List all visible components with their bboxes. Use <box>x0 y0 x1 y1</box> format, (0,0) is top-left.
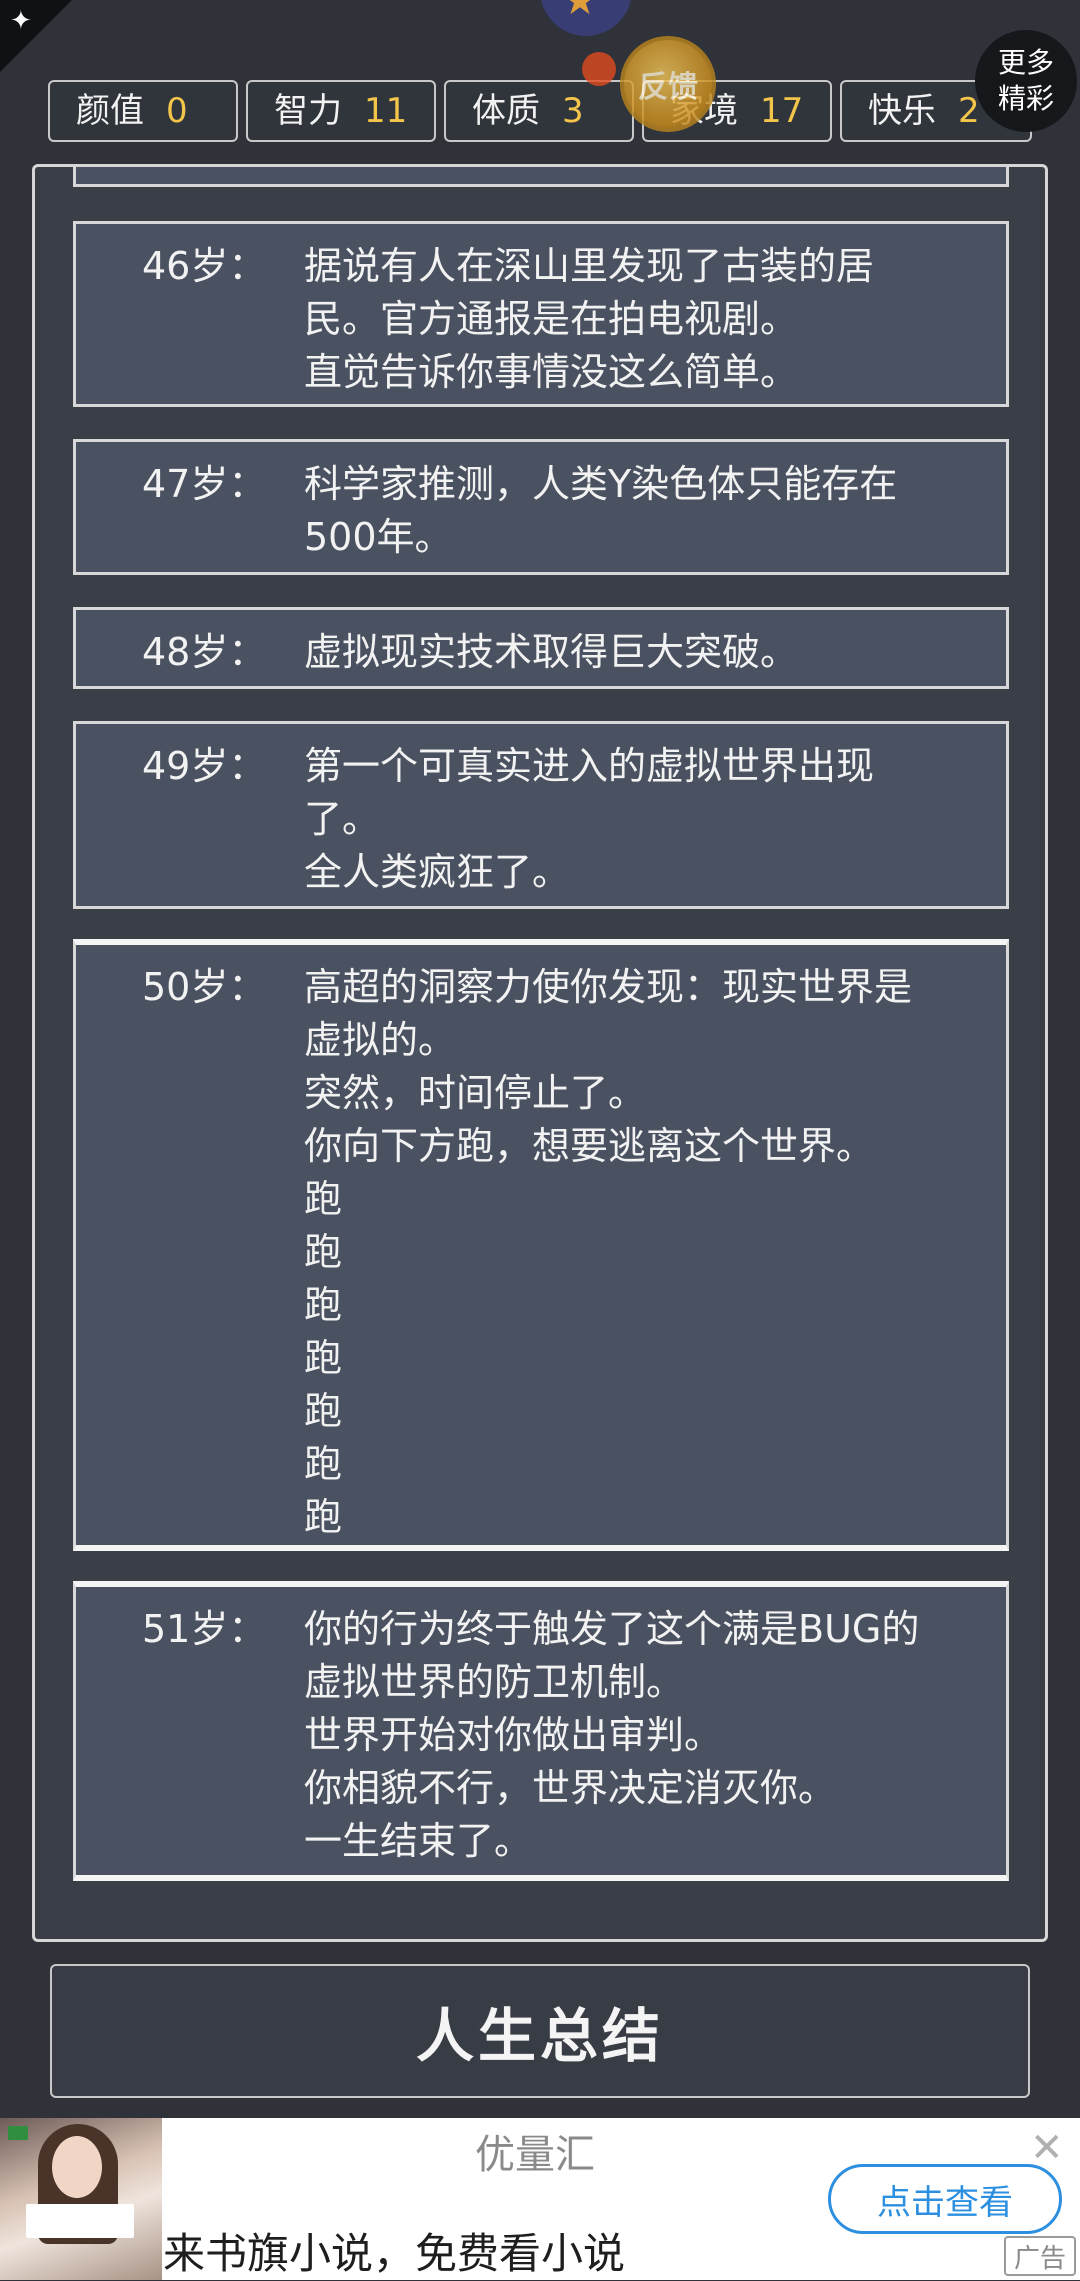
entry-line: 科学家推测，人类Y染色体只能存在 <box>304 462 898 506</box>
entry-line: 500年。 <box>304 515 453 559</box>
entry-age: 47岁： <box>142 462 267 506</box>
stat-appearance: 颜值 0 <box>48 80 238 142</box>
entry-line: 民。官方通报是在拍电视剧。 <box>304 297 799 341</box>
entry-line: 跑 <box>304 1389 343 1433</box>
ad-view-button[interactable]: 点击查看 <box>828 2164 1062 2234</box>
entry-age: 50岁： <box>142 965 267 1009</box>
entry-line: 直觉告诉你事情没这么简单。 <box>304 350 799 394</box>
stat-label: 体质 <box>472 91 540 131</box>
entry-line: 虚拟的。 <box>304 1018 457 1062</box>
stat-value: 0 <box>166 91 188 131</box>
entry-line: 跑 <box>304 1177 343 1221</box>
stat-constitution: 体质 3 <box>444 80 634 142</box>
entry-text: 你的行为终于触发了这个满是BUG的 虚拟世界的防卫机制。 世界开始对你做出审判。… <box>304 1603 994 1868</box>
entry-age: 49岁： <box>142 744 267 788</box>
stat-value: 11 <box>364 91 408 131</box>
close-icon[interactable]: ✕ <box>1030 2128 1064 2168</box>
ad-label-badge: 广告 <box>1004 2236 1076 2276</box>
stat-value: 3 <box>562 91 584 131</box>
entry-age: 51岁： <box>142 1607 267 1651</box>
star-icon: ★ <box>562 0 598 24</box>
stat-value: 2 <box>958 91 980 131</box>
life-summary-button[interactable]: 人生总结 <box>50 1964 1030 2098</box>
entry-line: 跑 <box>304 1230 343 1274</box>
entry-line: 据说有人在深山里发现了古装的居 <box>304 244 875 288</box>
stat-label: 快乐 <box>868 91 936 131</box>
life-log-panel[interactable]: 46岁： 据说有人在深山里发现了古装的居 民。官方通报是在拍电视剧。 直觉告诉你… <box>32 164 1048 1942</box>
entry-line: 你向下方跑，想要逃离这个世界。 <box>304 1124 875 1168</box>
entry-age: 46岁： <box>142 244 267 288</box>
log-entry: 50岁： 高超的洞察力使你发现：现实世界是 虚拟的。 突然，时间停止了。 你向下… <box>73 939 1009 1551</box>
entry-line: 了。 <box>304 797 381 841</box>
entry-line: 全人类疯狂了。 <box>304 850 571 894</box>
ad-title: 优量汇 <box>475 2132 595 2178</box>
entry-text: 第一个可真实进入的虚拟世界出现 了。 全人类疯狂了。 <box>304 740 994 899</box>
entry-line: 跑 <box>304 1283 343 1327</box>
feedback-button[interactable]: 反馈 <box>620 36 716 132</box>
entry-line: 突然，时间停止了。 <box>304 1071 647 1115</box>
entry-text: 科学家推测，人类Y染色体只能存在 500年。 <box>304 458 994 564</box>
entry-line: 第一个可真实进入的虚拟世界出现 <box>304 744 875 788</box>
ad-image-card <box>26 2204 134 2238</box>
entry-line: 跑 <box>304 1495 343 1539</box>
more-label-line2: 精彩 <box>997 82 1054 115</box>
ad-image-tag <box>8 2126 28 2140</box>
entry-line: 你相貌不行，世界决定消灭你。 <box>304 1766 837 1810</box>
entry-line: 虚拟现实技术取得巨大突破。 <box>304 630 799 674</box>
entry-text: 据说有人在深山里发现了古装的居 民。官方通报是在拍电视剧。 直觉告诉你事情没这么… <box>304 240 994 399</box>
stat-label: 智力 <box>274 91 342 131</box>
entry-line: 你的行为终于触发了这个满是BUG的 <box>304 1607 920 1651</box>
entry-text: 虚拟现实技术取得巨大突破。 <box>304 626 994 679</box>
stat-value: 17 <box>760 91 804 131</box>
entry-line: 虚拟世界的防卫机制。 <box>304 1660 685 1704</box>
more-label-line1: 更多 <box>997 46 1054 79</box>
log-entry: 48岁： 虚拟现实技术取得巨大突破。 <box>73 607 1009 689</box>
log-entry: 51岁： 你的行为终于触发了这个满是BUG的 虚拟世界的防卫机制。 世界开始对你… <box>73 1581 1009 1881</box>
more-button[interactable]: 更多 精彩 <box>975 30 1077 132</box>
log-entry: 49岁： 第一个可真实进入的虚拟世界出现 了。 全人类疯狂了。 <box>73 721 1009 909</box>
ad-image-face <box>52 2136 102 2198</box>
entry-text: 高超的洞察力使你发现：现实世界是 虚拟的。 突然，时间停止了。 你向下方跑，想要… <box>304 961 994 1544</box>
entry-line: 高超的洞察力使你发现：现实世界是 <box>304 965 913 1009</box>
stat-label: 颜值 <box>76 91 144 131</box>
sparkle-icon: ✦ <box>10 6 32 36</box>
log-entry: 47岁： 科学家推测，人类Y染色体只能存在 500年。 <box>73 439 1009 575</box>
ad-banner[interactable]: 优量汇 ✕ 来书旗小说，免费看小说 点击查看 广告 <box>0 2118 1080 2280</box>
entry-line: 跑 <box>304 1336 343 1380</box>
ad-description[interactable]: 来书旗小说，免费看小说 <box>163 2220 625 2281</box>
entry-line: 世界开始对你做出审判。 <box>304 1713 723 1757</box>
ad-image[interactable] <box>0 2118 162 2280</box>
stat-intelligence: 智力 11 <box>246 80 436 142</box>
entry-age: 48岁： <box>142 630 267 674</box>
log-entry: 46岁： 据说有人在深山里发现了古装的居 民。官方通报是在拍电视剧。 直觉告诉你… <box>73 221 1009 407</box>
entry-line: 跑 <box>304 1442 343 1486</box>
entry-line: 一生结束了。 <box>304 1819 533 1863</box>
notification-dot <box>582 52 616 86</box>
log-entry-partial <box>73 167 1009 187</box>
star-badge[interactable]: ★ <box>540 0 632 36</box>
